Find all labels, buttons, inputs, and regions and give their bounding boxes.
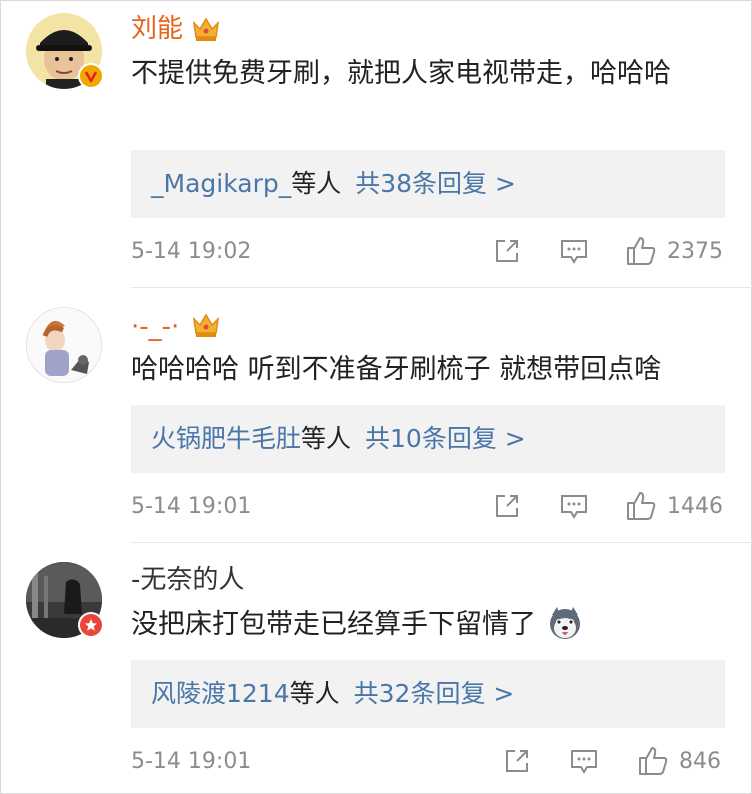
vip-crown-icon xyxy=(192,17,220,41)
comment-text: 没把床打包带走已经算手下留情了 xyxy=(131,604,731,646)
reply-count-link[interactable]: 共38条回复 > xyxy=(355,169,516,198)
share-icon xyxy=(496,240,518,262)
like-button[interactable]: 2375 xyxy=(625,235,723,267)
share-button[interactable] xyxy=(493,237,521,265)
husky-emoji-icon xyxy=(549,607,580,639)
reply-count-link[interactable]: 共10条回复 > xyxy=(365,424,526,453)
timestamp: 5-14 19:01 xyxy=(131,494,252,519)
comment-item: 刘能 不提供免费牙刷，就把人家电视带走，哈哈哈 _Magikarp_等人 共38条… xyxy=(1,1,752,287)
timestamp: 5-14 19:01 xyxy=(131,749,252,774)
reply-summary[interactable]: _Magikarp_等人 共38条回复 > xyxy=(131,150,725,218)
thumbs-up-icon xyxy=(639,747,668,775)
comment-text-content: 没把床打包带走已经算手下留情了 xyxy=(131,609,536,640)
like-count: 846 xyxy=(679,748,721,774)
comment-icon xyxy=(561,240,587,264)
comment-list: 刘能 不提供免费牙刷，就把人家电视带走，哈哈哈 _Magikarp_等人 共38条… xyxy=(0,0,752,794)
like-count: 1446 xyxy=(667,493,723,519)
avatar[interactable] xyxy=(26,307,102,383)
comment-text: 不提供免费牙刷，就把人家电视带走，哈哈哈 xyxy=(131,58,671,89)
reply-suffix: 等人 xyxy=(289,679,340,708)
reply-users[interactable]: 火锅肥牛毛肚 xyxy=(151,424,301,453)
timestamp: 5-14 19:02 xyxy=(131,239,252,264)
username[interactable]: ·-_-· xyxy=(131,311,179,343)
reply-users[interactable]: 风陵渡1214 xyxy=(151,679,290,708)
reply-suffix: 等人 xyxy=(301,424,352,453)
like-button[interactable]: 846 xyxy=(637,745,721,777)
share-button[interactable] xyxy=(503,747,531,775)
comment-item: ·-_-· 哈哈哈哈 听到不准备牙刷梳子 就想带回点啥 火锅肥牛毛肚等人 共10条… xyxy=(1,287,752,542)
verified-badge-icon xyxy=(78,63,104,89)
reply-summary[interactable]: 风陵渡1214等人 共32条回复 > xyxy=(131,660,725,728)
reply-users[interactable]: _Magikarp_ xyxy=(151,169,291,198)
comment-button[interactable] xyxy=(569,747,599,775)
vip-crown-icon xyxy=(192,313,220,337)
reply-suffix: 等人 xyxy=(291,169,342,198)
comment-text: 哈哈哈哈 听到不准备牙刷梳子 就想带回点啥 xyxy=(131,354,662,385)
share-button[interactable] xyxy=(493,492,521,520)
like-count: 2375 xyxy=(667,238,723,264)
share-icon xyxy=(496,495,518,517)
comment-icon xyxy=(561,495,587,519)
thumbs-up-icon xyxy=(627,492,656,520)
comment-button[interactable] xyxy=(559,237,589,265)
comment-button[interactable] xyxy=(559,492,589,520)
username[interactable]: 刘能 xyxy=(131,13,183,45)
verified-badge-icon xyxy=(78,612,104,638)
username[interactable]: -无奈的人 xyxy=(131,564,244,596)
like-button[interactable]: 1446 xyxy=(625,490,723,522)
thumbs-up-icon xyxy=(627,237,656,265)
share-icon xyxy=(506,750,528,772)
comment-item: -无奈的人 没把床打包带走已经算手下留情了 风陵渡1214等人 共32条回复 > … xyxy=(1,542,752,793)
reply-count-link[interactable]: 共32条回复 > xyxy=(354,679,515,708)
reply-summary[interactable]: 火锅肥牛毛肚等人 共10条回复 > xyxy=(131,405,725,473)
comment-icon xyxy=(571,750,597,774)
